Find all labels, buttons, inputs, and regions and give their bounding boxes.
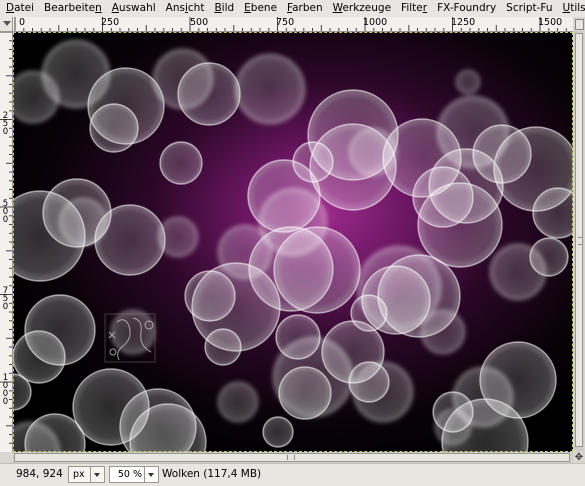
bokeh-circle: [110, 309, 156, 355]
hruler-label: 500: [190, 17, 209, 28]
menu-item[interactable]: FX-Foundry: [432, 0, 501, 17]
bokeh-circle: [275, 314, 321, 360]
menu-label-part: uswahl: [118, 2, 156, 14]
quick-mask-toggle[interactable]: [575, 19, 584, 30]
scroll-grip-icon: [287, 455, 295, 460]
menu-label-part: Filte: [401, 2, 423, 14]
menu-mnemonic: B: [214, 2, 222, 14]
right-scroll-area: [573, 17, 585, 453]
menu-mnemonic: W: [332, 2, 343, 14]
bokeh-circle: [348, 361, 390, 403]
image-canvas[interactable]: [13, 32, 573, 452]
menu-label-part: atei: [14, 2, 35, 14]
horizontal-scrollbar-thumb[interactable]: [14, 453, 570, 462]
vruler-label: 1000: [2, 373, 9, 407]
zoom-selector[interactable]: 50 %: [109, 466, 159, 483]
bokeh-circle: [529, 237, 569, 277]
statusbar: 984, 924 px 50 % Wolken (117,4 MB): [0, 463, 585, 486]
menu-item[interactable]: Datei: [0, 0, 39, 17]
bokeh-circle: [455, 69, 481, 95]
menu-item[interactable]: Bild: [209, 0, 239, 17]
menu-mnemonic: A: [111, 2, 119, 14]
bokeh-circle: [159, 141, 203, 185]
navigate-icon[interactable]: ✥: [573, 452, 585, 463]
menu-mnemonic: r: [422, 2, 428, 14]
vertical-ruler[interactable]: 250 500 750 1000: [0, 32, 13, 452]
hruler-label: 750: [276, 17, 295, 28]
menu-mnemonic: D: [6, 2, 15, 14]
vertical-scrollbar[interactable]: [574, 31, 584, 451]
bokeh-circle: [204, 328, 242, 366]
vruler-label: 250: [2, 111, 9, 137]
layer-info: Wolken (117,4 MB): [162, 468, 262, 480]
menu-item[interactable]: Filter: [396, 0, 432, 17]
bokeh-circle: [217, 381, 259, 423]
horizontal-ruler[interactable]: 0 250 500 750 1000 1250 1500: [13, 17, 573, 32]
bokeh-circle: [184, 270, 236, 322]
menu-label-part: erkzeuge: [342, 2, 392, 14]
hruler-label: 1250: [451, 17, 476, 28]
menubar: Datei Bearbeiten Auswahl Ansicht Bild Ebene Fa…: [0, 0, 585, 18]
menu-mnemonic: n: [95, 2, 102, 14]
menu-item[interactable]: Script-Fu: [501, 0, 557, 17]
vruler-label: 500: [2, 199, 9, 225]
bokeh-circle: [13, 70, 60, 124]
hruler-label: 0: [19, 17, 26, 28]
bokeh-circle: [177, 62, 241, 126]
menu-item[interactable]: Ansicht: [161, 0, 210, 17]
menu-label-part: tils: [570, 2, 585, 14]
menu-item[interactable]: Bearbeiten: [39, 0, 107, 17]
menu-label-part: Ans: [165, 2, 185, 14]
ruler-menu-button[interactable]: [0, 17, 13, 32]
bokeh-circle: [377, 254, 461, 338]
bokeh-circle: [94, 204, 166, 276]
unit-value: px: [73, 469, 85, 480]
menu-item[interactable]: Werkzeuge: [328, 0, 396, 17]
scroll-grip-icon: [578, 237, 582, 245]
menu-item[interactable]: Auswahl: [107, 0, 161, 17]
horizontal-scrollbar[interactable]: [13, 452, 573, 463]
bokeh-circle: [432, 391, 474, 433]
hruler-label: 1000: [363, 17, 388, 28]
menu-label-part: Script-Fu: [506, 2, 553, 14]
bokeh-circle: [292, 141, 334, 183]
zoom-value: 50 %: [117, 469, 142, 480]
pointer-coordinates: 984, 924: [16, 468, 63, 480]
chevron-down-icon[interactable]: [144, 467, 158, 482]
menu-item[interactable]: Ebene: [239, 0, 282, 17]
menu-label-part: FX-Foundry: [437, 2, 497, 14]
vruler-label: 750: [2, 286, 9, 312]
bokeh-circle: [89, 103, 139, 153]
bokeh-circle: [278, 366, 332, 420]
menu-item[interactable]: Utils: [558, 0, 585, 17]
vertical-scrollbar-thumb[interactable]: [575, 33, 583, 447]
menu-mnemonic: E: [244, 2, 251, 14]
menu-label-part: Bearbeite: [44, 2, 96, 14]
bokeh-circle: [262, 416, 294, 448]
hruler-label: 250: [101, 17, 120, 28]
chevron-down-icon[interactable]: [90, 467, 104, 482]
menu-label-part: ild: [221, 2, 235, 14]
bokeh-circle: [273, 226, 361, 314]
unit-selector[interactable]: px: [68, 466, 105, 483]
menu-item[interactable]: Farben: [282, 0, 328, 17]
menu-label-part: cht: [187, 2, 205, 14]
ruler-menu-arrow-icon: [3, 21, 11, 26]
menu-label-part: arben: [292, 2, 323, 14]
menu-label-part: bene: [250, 2, 278, 14]
bokeh-circle: [234, 53, 306, 125]
hruler-label: 1500: [538, 17, 563, 28]
